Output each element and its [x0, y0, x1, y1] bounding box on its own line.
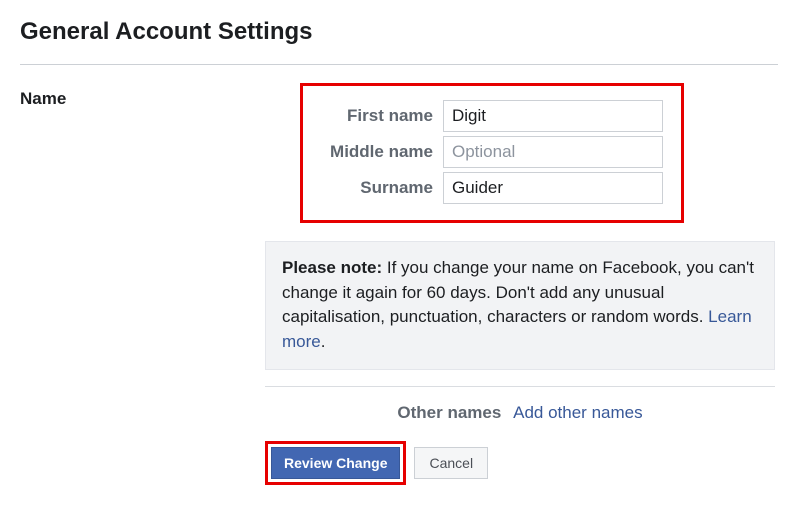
middle-name-label: Middle name	[313, 142, 443, 162]
first-name-label: First name	[313, 106, 443, 126]
note-after: .	[321, 332, 326, 351]
divider	[265, 386, 775, 387]
other-names-label: Other names	[397, 403, 501, 422]
surname-input[interactable]	[443, 172, 663, 204]
review-change-button[interactable]: Review Change	[271, 447, 400, 479]
name-setting-content: First name Middle name Surname Please no…	[265, 83, 775, 485]
first-name-row: First name	[313, 100, 663, 132]
button-row: Review Change Cancel	[265, 441, 775, 485]
surname-row: Surname	[313, 172, 663, 204]
first-name-input[interactable]	[443, 100, 663, 132]
name-change-note: Please note: If you change your name on …	[265, 241, 775, 370]
note-bold: Please note:	[282, 258, 382, 277]
name-setting-label: Name	[20, 83, 265, 109]
name-form-highlight: First name Middle name Surname	[300, 83, 684, 223]
middle-name-row: Middle name	[313, 136, 663, 168]
add-other-names-link[interactable]: Add other names	[513, 403, 642, 422]
middle-name-input[interactable]	[443, 136, 663, 168]
surname-label: Surname	[313, 178, 443, 198]
divider	[20, 64, 778, 65]
page-title: General Account Settings	[20, 18, 778, 46]
cancel-button[interactable]: Cancel	[414, 447, 488, 479]
other-names-row: Other names Add other names	[265, 403, 775, 423]
review-change-highlight: Review Change	[265, 441, 406, 485]
name-setting-row: Name First name Middle name Surname Plea…	[20, 83, 778, 485]
